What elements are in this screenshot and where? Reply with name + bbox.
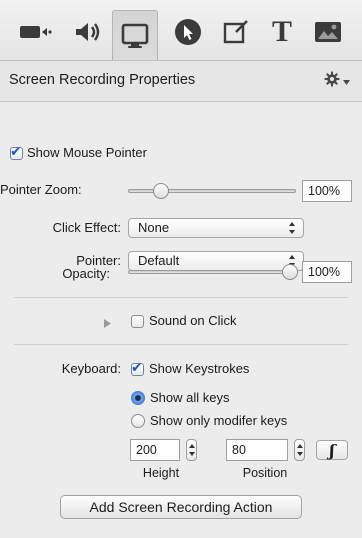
checkmark-icon: ✔ — [131, 359, 143, 375]
click-effect-label: Click Effect: — [52, 220, 121, 235]
show-modifier-keys-radio[interactable] — [131, 414, 145, 428]
annotation-tab[interactable] — [214, 10, 258, 54]
screen-recording-tab[interactable] — [112, 10, 158, 61]
show-keystrokes-checkbox[interactable]: ✔ — [131, 359, 144, 376]
opacity-slider-thumb[interactable] — [282, 264, 298, 280]
properties-content: ✔ Show Mouse Pointer Pointer Zoom: 100% … — [0, 102, 362, 538]
updown-arrows-icon — [289, 221, 295, 235]
stepper-arrows-icon — [296, 443, 303, 460]
show-keystrokes-label: Show Keystrokes — [149, 361, 250, 376]
height-label: Height — [142, 466, 180, 480]
text-tab[interactable]: T — [260, 10, 304, 54]
section-divider — [14, 344, 348, 345]
add-screen-recording-action-button[interactable]: Add Screen Recording Action — [60, 495, 302, 519]
script-button[interactable]: ʃ — [316, 440, 348, 460]
text-icon: T — [271, 15, 292, 48]
video-camera-icon — [18, 22, 54, 42]
pointer-zoom-field[interactable]: 100% — [302, 180, 352, 202]
annotation-icon — [221, 17, 251, 47]
panel-title: Screen Recording Properties — [9, 72, 196, 88]
cursor-icon — [173, 17, 203, 47]
position-label: Position — [242, 466, 288, 480]
show-all-keys-label: Show all keys — [150, 390, 230, 405]
image-icon — [313, 20, 343, 44]
position-stepper[interactable] — [294, 439, 305, 461]
inspector-toolbar: T — [0, 0, 362, 61]
screen-icon — [120, 22, 150, 50]
position-field[interactable]: 80 — [226, 439, 288, 461]
opacity-slider[interactable] — [128, 270, 296, 274]
pointer-zoom-slider-thumb[interactable] — [152, 183, 169, 199]
sound-on-click-label: Sound on Click — [149, 313, 237, 328]
cursor-tab[interactable] — [166, 10, 210, 54]
gear-icon — [324, 71, 340, 90]
pointer-zoom-label: Pointer Zoom: — [0, 182, 82, 197]
height-field[interactable]: 200 — [130, 439, 180, 461]
sound-on-click-checkbox[interactable] — [131, 315, 144, 328]
section-divider — [14, 297, 348, 298]
height-stepper[interactable] — [186, 439, 197, 461]
image-tab[interactable] — [306, 10, 350, 54]
audio-tab[interactable] — [66, 10, 110, 54]
chevron-down-icon — [343, 73, 350, 88]
show-modifier-keys-label: Show only modifer keys — [150, 413, 288, 428]
properties-header: Screen Recording Properties — [0, 60, 362, 102]
checkmark-icon: ✔ — [10, 143, 22, 159]
pointer-popup[interactable]: Default — [128, 251, 304, 271]
video-tab[interactable] — [14, 10, 58, 54]
opacity-label: Opacity: — [62, 266, 110, 281]
click-effect-popup[interactable]: None — [128, 218, 304, 238]
pointer-value: Default — [138, 253, 180, 268]
click-effect-value: None — [138, 220, 170, 235]
show-mouse-pointer-checkbox[interactable]: ✔ — [10, 143, 23, 160]
opacity-field[interactable]: 100% — [302, 261, 352, 283]
keyboard-label: Keyboard: — [61, 361, 121, 376]
stepper-arrows-icon — [188, 443, 195, 460]
disclosure-triangle-icon[interactable] — [104, 316, 111, 331]
show-mouse-pointer-label: Show Mouse Pointer — [27, 145, 147, 160]
show-all-keys-radio[interactable] — [131, 391, 145, 405]
script-icon: ʃ — [329, 440, 335, 460]
gear-menu-button[interactable] — [324, 70, 354, 90]
speaker-icon — [72, 19, 104, 45]
